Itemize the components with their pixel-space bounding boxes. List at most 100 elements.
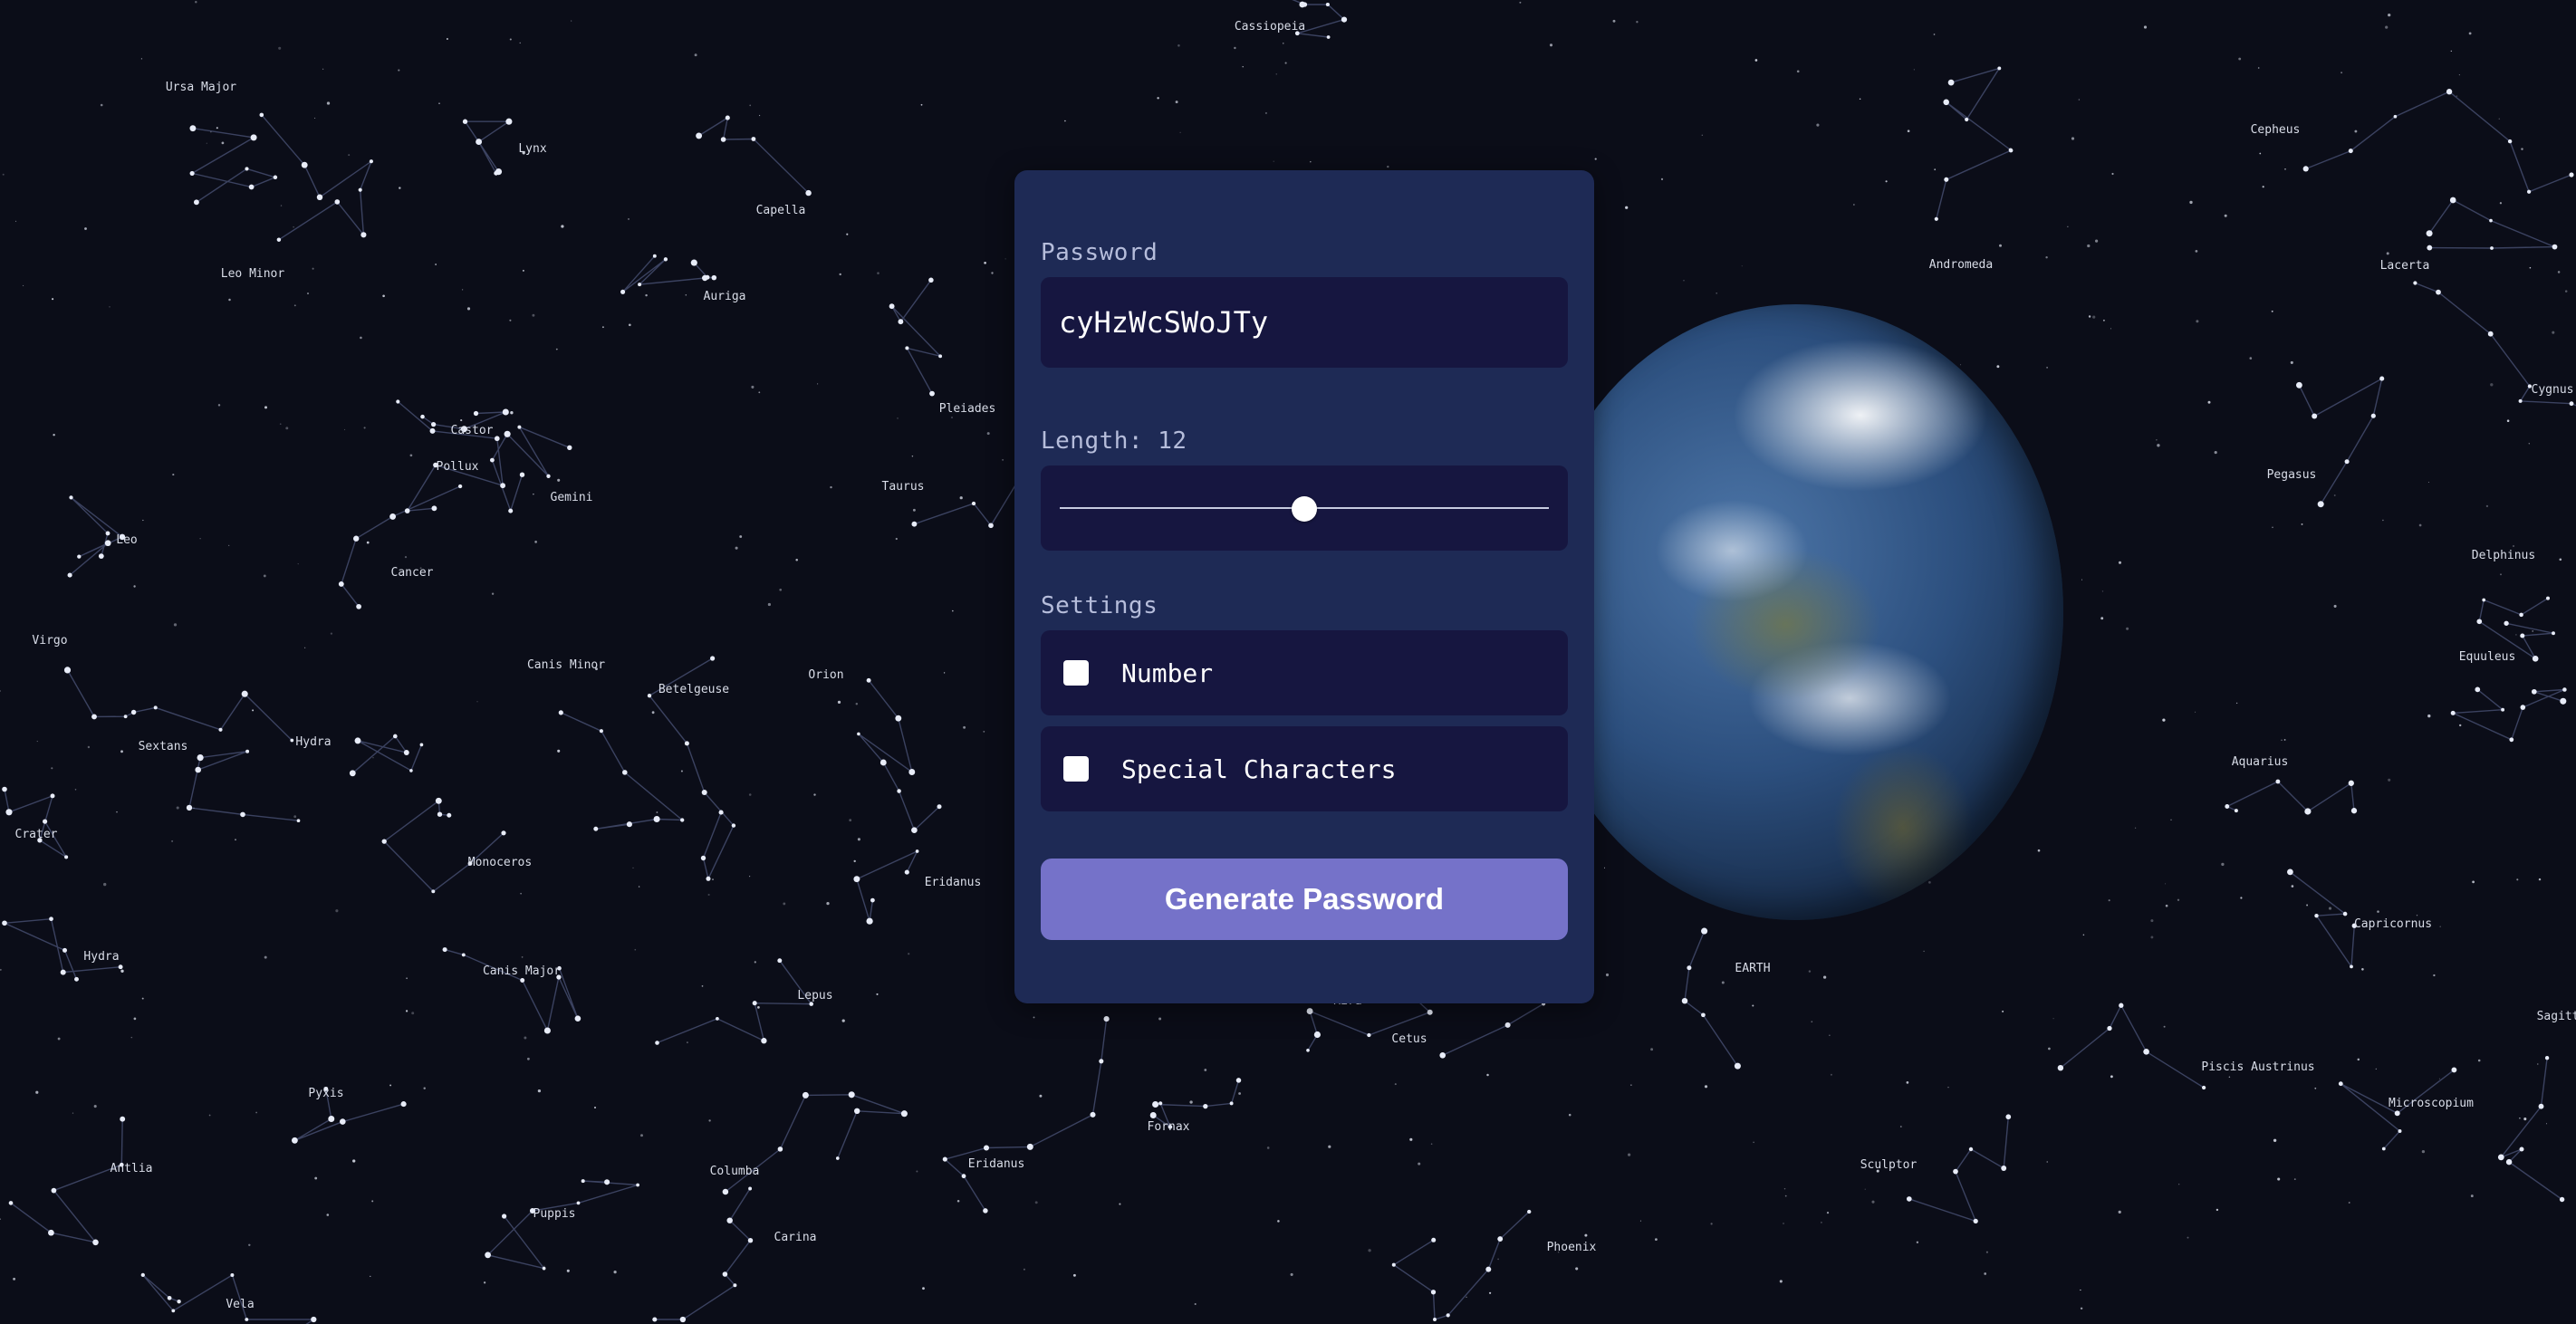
constellation-label: Pegasus [2267, 468, 2317, 482]
constellation-star [167, 1295, 172, 1300]
star [555, 348, 558, 350]
star [330, 632, 333, 635]
star [2259, 152, 2262, 155]
star [228, 544, 230, 547]
star [193, 807, 195, 810]
constellation-star [2476, 619, 2483, 625]
number-option-label: Number [1121, 657, 1214, 688]
star [1612, 19, 1616, 23]
constellation-star [879, 759, 887, 766]
generate-password-button[interactable]: Generate Password [1041, 859, 1568, 940]
star [2564, 290, 2568, 293]
star [1913, 69, 1915, 71]
constellation-star [2532, 655, 2539, 662]
constellation-line [69, 496, 124, 576]
constellation-label: Capricornus [2354, 917, 2432, 931]
star [1916, 1241, 1919, 1243]
constellation-star [2446, 89, 2453, 95]
star [1650, 1048, 1654, 1051]
star [2100, 617, 2104, 620]
constellation-star [731, 823, 736, 828]
constellation-star [2001, 1166, 2007, 1171]
star [2156, 439, 2158, 441]
star [1859, 98, 1861, 101]
star [510, 411, 514, 415]
star [521, 956, 524, 958]
constellation-label: Ursa Major [166, 81, 236, 94]
star [749, 104, 752, 107]
constellation-star [92, 1239, 99, 1246]
star [2045, 256, 2048, 259]
constellation-line [464, 120, 512, 174]
star [140, 58, 143, 60]
star [687, 1041, 688, 1043]
length-slider[interactable] [1041, 465, 1568, 551]
constellation-line [943, 1019, 1108, 1212]
constellation-star [49, 916, 53, 922]
star [1947, 1087, 1949, 1089]
constellation-line [1936, 67, 2013, 219]
constellation-star [542, 1266, 546, 1271]
constellation-label: Andromeda [1929, 258, 1993, 272]
constellation-line [2415, 282, 2576, 407]
constellation-star [1734, 1062, 1741, 1070]
star [2195, 711, 2196, 713]
constellation-star [485, 1252, 491, 1259]
star [371, 1200, 374, 1203]
constellation-star [2398, 1129, 2402, 1133]
constellation-star [574, 1015, 582, 1022]
constellation-star [123, 715, 128, 719]
star [837, 700, 841, 705]
constellation-line [2305, 91, 2572, 193]
constellation-star [680, 818, 685, 822]
constellation-star [1299, 1, 1306, 8]
star [855, 703, 859, 705]
star [2150, 919, 2154, 923]
constellation-star [240, 811, 245, 818]
star [221, 141, 225, 145]
constellation-star [245, 749, 250, 753]
constellation-star [2505, 1158, 2513, 1166]
constellation-star [2348, 780, 2354, 786]
constellation-star [1439, 1051, 1447, 1059]
constellation-star [2501, 707, 2505, 712]
star [491, 592, 495, 595]
constellation-star [599, 729, 603, 734]
settings-label: Settings [1041, 592, 1158, 619]
constellation-star [1497, 1236, 1504, 1242]
constellation-star [381, 839, 387, 844]
constellation-label: Sculptor [1860, 1158, 1918, 1172]
star [1960, 364, 1962, 366]
star [466, 307, 471, 311]
password-output[interactable]: cyHzWcSWoJTy [1041, 277, 1568, 368]
constellation-star [1446, 1313, 1450, 1318]
special-characters-checkbox[interactable] [1063, 756, 1089, 782]
star [2111, 172, 2114, 176]
star [634, 948, 637, 951]
star [1584, 1233, 1588, 1237]
constellation-star [777, 1147, 783, 1152]
constellation-line [351, 734, 423, 774]
star [817, 383, 819, 385]
constellation-star [2394, 1110, 2400, 1117]
special-characters-option[interactable]: Special Characters [1041, 726, 1568, 811]
constellation-line [1908, 1117, 2009, 1223]
constellation-star [663, 257, 668, 262]
star [2421, 1149, 2426, 1154]
star [2257, 67, 2260, 69]
star [216, 127, 218, 130]
star [1204, 1069, 1207, 1071]
constellation-star [2005, 1114, 2012, 1120]
star [326, 1214, 330, 1216]
constellation-star [720, 137, 726, 142]
number-checkbox[interactable] [1063, 660, 1089, 686]
number-option[interactable]: Number [1041, 630, 1568, 715]
star [628, 323, 631, 327]
star [2207, 400, 2211, 404]
constellation-star [716, 1017, 719, 1021]
constellation-star [1430, 1290, 1437, 1295]
slider-thumb[interactable] [1292, 496, 1317, 522]
star [2348, 1202, 2350, 1204]
star [2333, 604, 2337, 608]
star [986, 432, 990, 436]
